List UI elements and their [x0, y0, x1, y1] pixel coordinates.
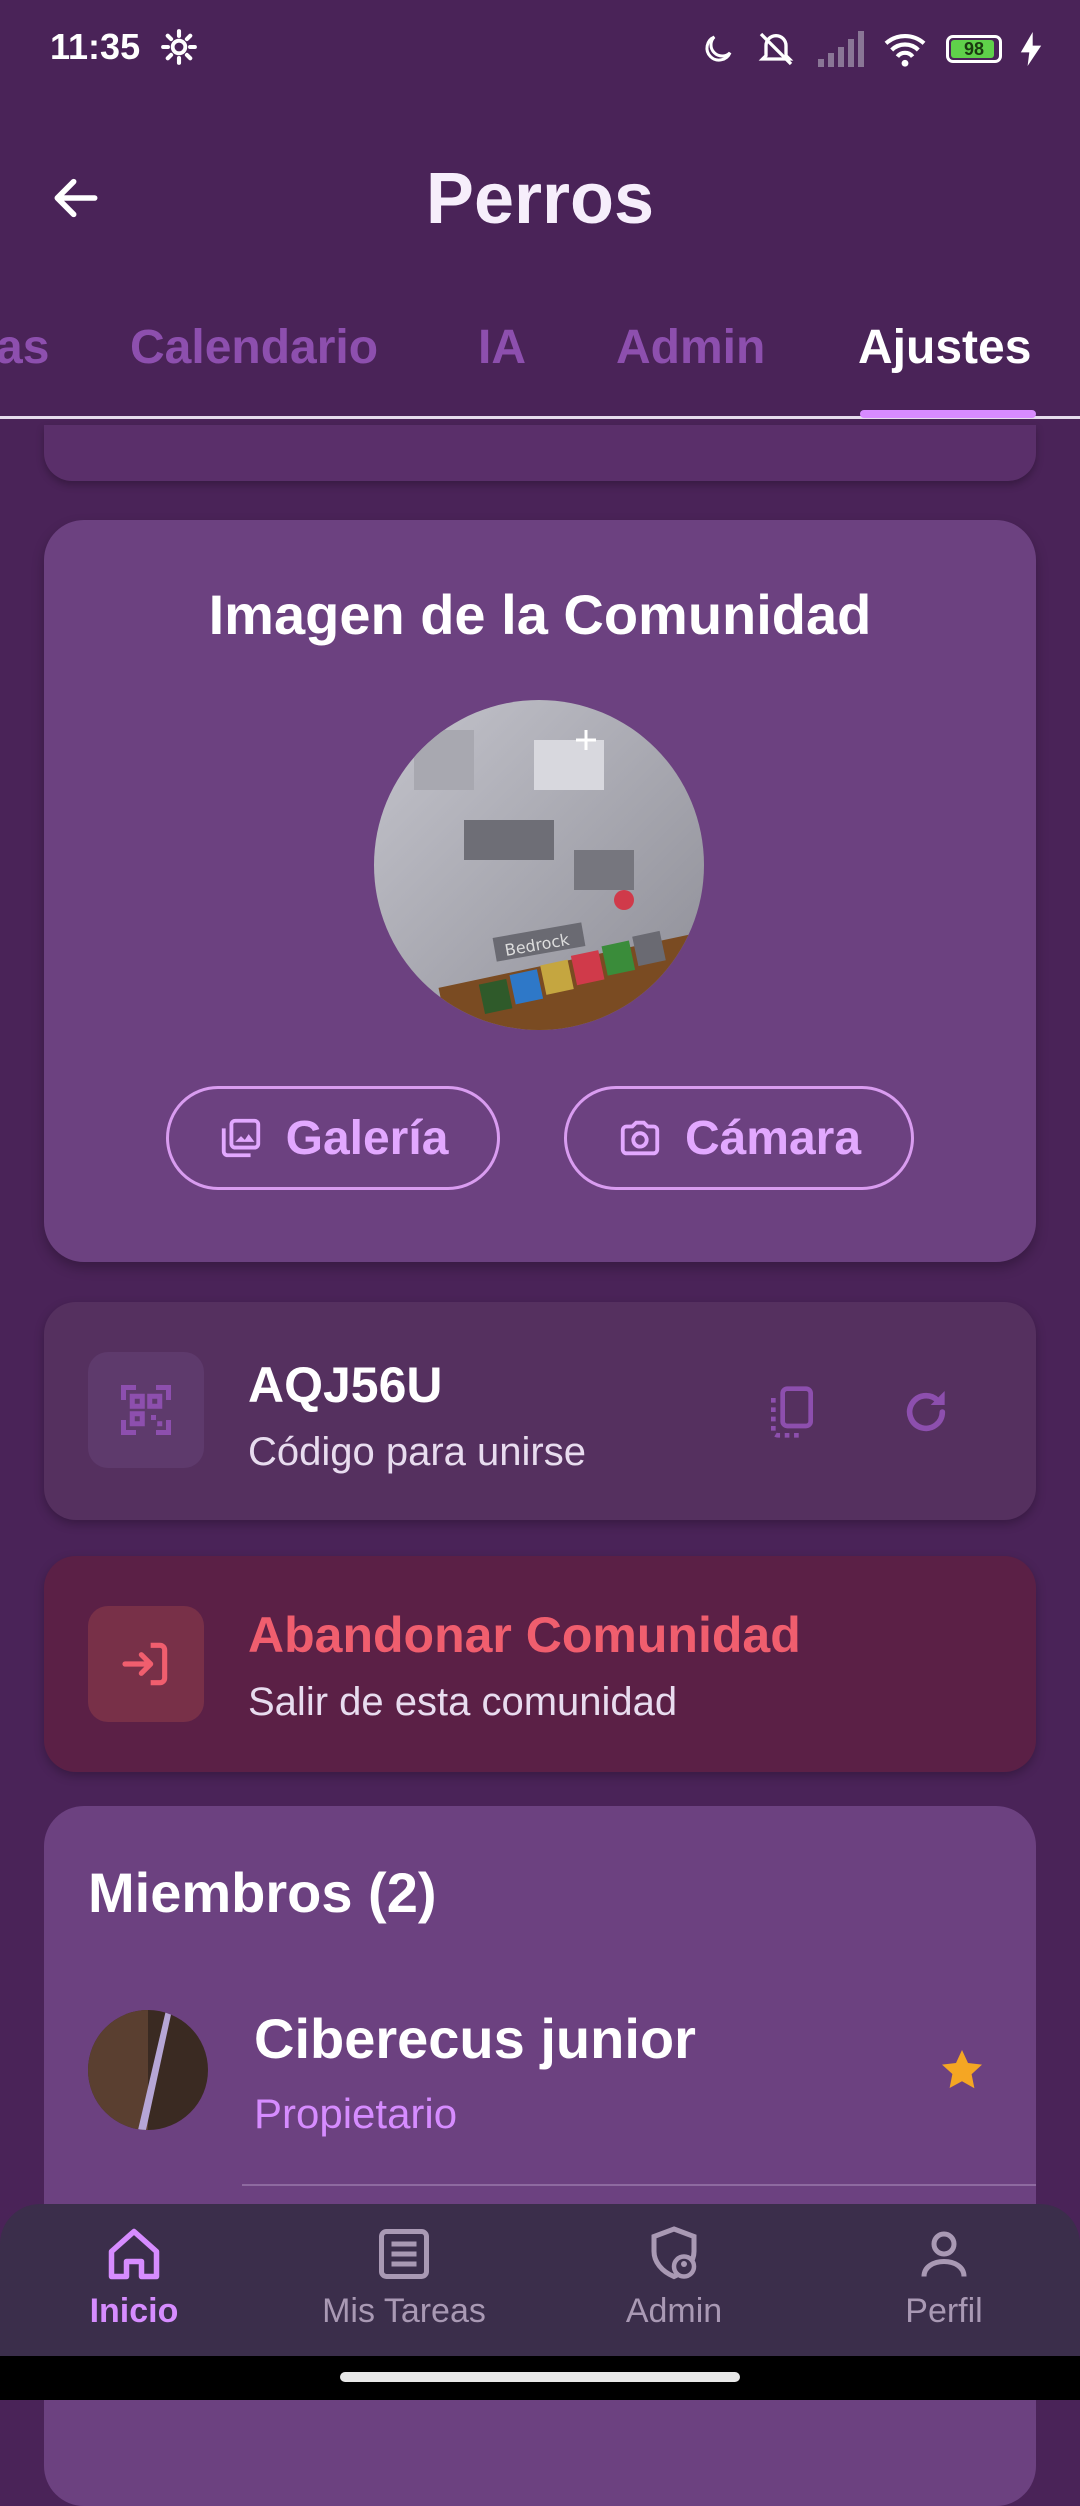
qr-code-icon — [121, 1385, 171, 1435]
owner-star-icon — [942, 2050, 982, 2089]
tab-calendario[interactable]: Calendario — [130, 320, 378, 375]
image-gallery-icon — [221, 1118, 260, 1158]
tasks-list-icon — [379, 2229, 429, 2279]
person-icon — [921, 2231, 967, 2277]
nav-mis-tareas-label: Mis Tareas — [322, 2292, 486, 2330]
charging-bolt-icon — [1020, 32, 1042, 66]
community-image-title: Imagen de la Comunidad — [208, 583, 872, 646]
mute-icon — [758, 32, 794, 66]
bottom-navigation: Inicio Mis Tareas Admin Perfil — [0, 2204, 1080, 2360]
tab-admin[interactable]: Admin — [616, 320, 765, 375]
nav-inicio[interactable]: Inicio — [34, 2224, 234, 2331]
nav-inicio-label: Inicio — [89, 2292, 179, 2330]
wifi-icon — [884, 33, 926, 67]
member-avatar — [88, 2010, 208, 2130]
members-title: Miembros (2) — [88, 1861, 437, 1924]
gallery-button[interactable]: Galería — [166, 1086, 500, 1190]
qr-code-icon-box — [88, 1352, 204, 1468]
tab-partial[interactable]: as — [0, 320, 49, 375]
nav-perfil[interactable]: Perfil — [844, 2224, 1044, 2331]
nav-admin-label: Admin — [625, 2292, 723, 2330]
members-card: Miembros (2) Ciberecus junior Propietari… — [44, 1806, 1036, 2506]
nav-perfil-label: Perfil — [905, 2292, 983, 2330]
tab-ajustes[interactable]: Ajustes — [858, 320, 1031, 375]
leave-community-card[interactable]: Abandonar Comunidad Salir de esta comuni… — [44, 1556, 1036, 1772]
gesture-bar[interactable] — [340, 2372, 740, 2382]
nav-admin[interactable]: Admin — [574, 2224, 774, 2331]
member-name: Ciberecus junior — [254, 2007, 696, 2070]
exit-icon-box — [88, 1606, 204, 1722]
camera-button-label: Cámara — [684, 1111, 862, 1165]
signal-icon — [818, 31, 864, 67]
exit-icon — [122, 1642, 168, 1686]
join-code-value: AQJ56U — [248, 1357, 443, 1413]
leave-community-subtitle: Salir de esta comunidad — [248, 1680, 678, 1724]
nav-mis-tareas[interactable]: Mis Tareas — [304, 2224, 504, 2331]
camera-button[interactable]: Cámara — [564, 1086, 914, 1190]
shield-user-icon — [651, 2226, 697, 2280]
status-icons: 98 — [700, 28, 1042, 70]
moon-icon — [705, 35, 732, 62]
tab-bar: as Calendario IA Admin Ajustes — [0, 320, 1080, 420]
gallery-button-label: Galería — [285, 1111, 449, 1165]
status-bar: 11:35 98 — [0, 0, 1080, 100]
status-time: 11:35 — [50, 26, 141, 67]
community-avatar-image[interactable]: Bedrock — [374, 700, 704, 1030]
copy-icon[interactable] — [764, 1384, 820, 1440]
tab-ia[interactable]: IA — [478, 320, 526, 375]
join-code-label: Código para unirse — [248, 1430, 586, 1474]
refresh-icon[interactable] — [898, 1384, 954, 1440]
home-icon — [108, 2228, 160, 2280]
join-code-card: AQJ56U Código para unirse — [44, 1302, 1036, 1520]
battery-level: 98 — [963, 38, 985, 59]
member-divider — [242, 2184, 1036, 2186]
settings-gear-icon — [161, 29, 197, 65]
page-title: Perros — [425, 159, 655, 239]
battery-icon: 98 — [946, 35, 1002, 63]
camera-icon — [620, 1120, 660, 1156]
community-image-card: Imagen de la Comunidad Bedrock Galería C… — [44, 520, 1036, 1262]
partial-card — [44, 425, 1036, 481]
member-role: Propietario — [254, 2090, 458, 2137]
leave-community-title: Abandonar Comunidad — [248, 1607, 801, 1663]
active-tab-indicator — [860, 410, 1036, 418]
